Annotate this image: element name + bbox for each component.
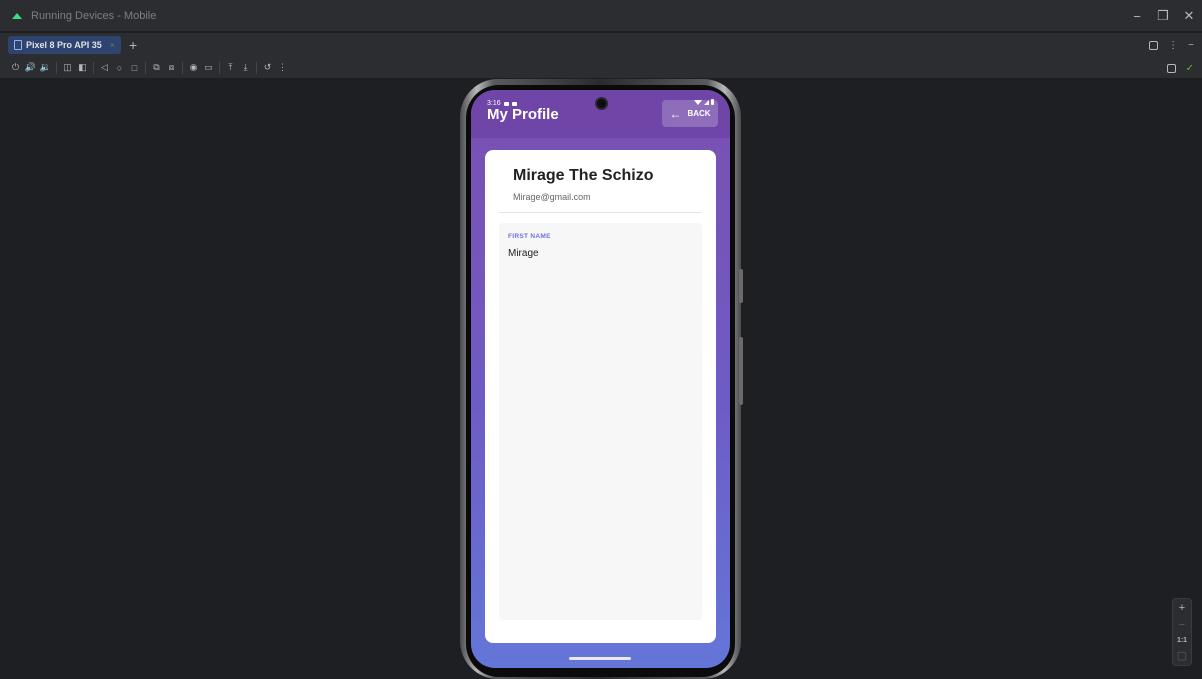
screenshot-icon[interactable]: ◉ — [186, 59, 201, 77]
toolbar-divider — [256, 61, 257, 74]
toolbar-more-icon[interactable]: ⋮ — [275, 59, 290, 77]
window-title: Running Devices - Mobile — [31, 9, 157, 22]
profile-name: Mirage The Schizo — [513, 167, 654, 184]
first-name-value: Mirage — [508, 248, 539, 259]
screen-record-icon[interactable]: ▭ — [201, 59, 216, 77]
home-indicator[interactable] — [569, 657, 631, 660]
close-button[interactable]: ✕ — [1176, 0, 1202, 32]
tab-close-icon[interactable]: × — [110, 40, 115, 50]
back-button-label: BACK — [687, 109, 711, 118]
device-screen[interactable]: 3:16 My Profile ← BACK Mirage The Schizo… — [471, 90, 730, 668]
power-icon[interactable]: ⏻ — [8, 59, 23, 77]
volume-up-icon[interactable]: 🔊 — [23, 59, 38, 77]
overview-nav-icon[interactable]: □ — [127, 59, 142, 77]
device-toolbar: ⏻ 🔊 🔉 ◫ ◧ ◁ ○ □ ⧉ ⧈ ◉ ▭ ⤒ ⤓ ↺ ⋮ ✓ — [0, 57, 1202, 79]
arrow-left-icon: ← — [669, 106, 682, 121]
device-tab-row: Pixel 8 Pro API 35 × + ⋮ − — [0, 33, 1202, 57]
hide-panel-icon[interactable]: − — [1188, 40, 1194, 51]
device-frame-icon[interactable]: ⧉ — [149, 59, 164, 77]
volume-side-button — [739, 337, 743, 405]
app-bar: 3:16 My Profile ← BACK — [471, 90, 730, 138]
notification-icon-2 — [511, 101, 517, 106]
toolbar-divider — [182, 61, 183, 74]
minimize-button[interactable]: − — [1124, 0, 1150, 32]
card-divider — [499, 212, 702, 213]
actual-size-button[interactable]: 1:1 — [1177, 637, 1187, 644]
snapshot-icon[interactable]: ↺ — [260, 59, 275, 77]
zoom-controls: + − 1:1 ▢ — [1172, 598, 1192, 666]
back-button[interactable]: ← BACK — [662, 100, 718, 127]
upload-icon[interactable]: ⤒ — [223, 59, 238, 77]
toolbar-divider — [219, 61, 220, 74]
back-nav-icon[interactable]: ◁ — [97, 59, 112, 77]
phone-frame: 3:16 My Profile ← BACK Mirage The Schizo… — [460, 79, 743, 679]
device-icon — [14, 40, 22, 50]
toolbar-divider — [93, 61, 94, 74]
ide-window: Running Devices - Mobile − ❐ ✕ Pixel 8 P… — [0, 0, 1202, 679]
add-device-button[interactable]: + — [129, 37, 137, 53]
home-nav-icon[interactable]: ○ — [112, 59, 127, 77]
window-controls: − ❐ ✕ — [1124, 0, 1202, 32]
tab-pixel-8-pro[interactable]: Pixel 8 Pro API 35 × — [8, 36, 121, 54]
restore-button[interactable]: ❐ — [1150, 0, 1176, 32]
title-bar: Running Devices - Mobile − ❐ ✕ — [0, 0, 1202, 32]
zoom-in-button[interactable]: + — [1179, 602, 1185, 614]
notification-icon — [503, 101, 509, 106]
toolbar-divider — [145, 61, 146, 74]
tabrow-actions: ⋮ − — [1149, 33, 1194, 57]
toolbar-right: ✓ — [1166, 57, 1194, 79]
profile-fields-panel: FIRST NAME Mirage — [499, 223, 702, 620]
tab-label: Pixel 8 Pro API 35 — [26, 40, 102, 50]
more-options-icon[interactable]: ⋮ — [1168, 40, 1178, 51]
volume-down-icon[interactable]: 🔉 — [38, 59, 53, 77]
android-icon — [12, 12, 22, 19]
download-icon[interactable]: ⤓ — [238, 59, 253, 77]
rotate-right-icon[interactable]: ◧ — [75, 59, 90, 77]
zoom-out-button[interactable]: − — [1179, 619, 1185, 631]
device-display-area: 3:16 My Profile ← BACK Mirage The Schizo… — [0, 79, 1202, 679]
fit-screen-button[interactable]: ▢ — [1177, 649, 1187, 662]
power-side-button — [739, 269, 743, 303]
first-name-label: FIRST NAME — [508, 233, 551, 240]
page-title: My Profile — [487, 106, 559, 123]
checkmark-icon: ✓ — [1185, 62, 1194, 74]
device-settings-icon[interactable] — [1166, 63, 1176, 73]
layout-icon[interactable] — [1149, 40, 1159, 50]
profile-email: Mirage@gmail.com — [513, 192, 591, 202]
rotate-left-icon[interactable]: ◫ — [60, 59, 75, 77]
mirror-input-icon[interactable]: ⧈ — [164, 59, 179, 77]
toolbar-divider — [56, 61, 57, 74]
front-camera — [595, 97, 608, 110]
profile-card: Mirage The Schizo Mirage@gmail.com FIRST… — [485, 150, 716, 643]
